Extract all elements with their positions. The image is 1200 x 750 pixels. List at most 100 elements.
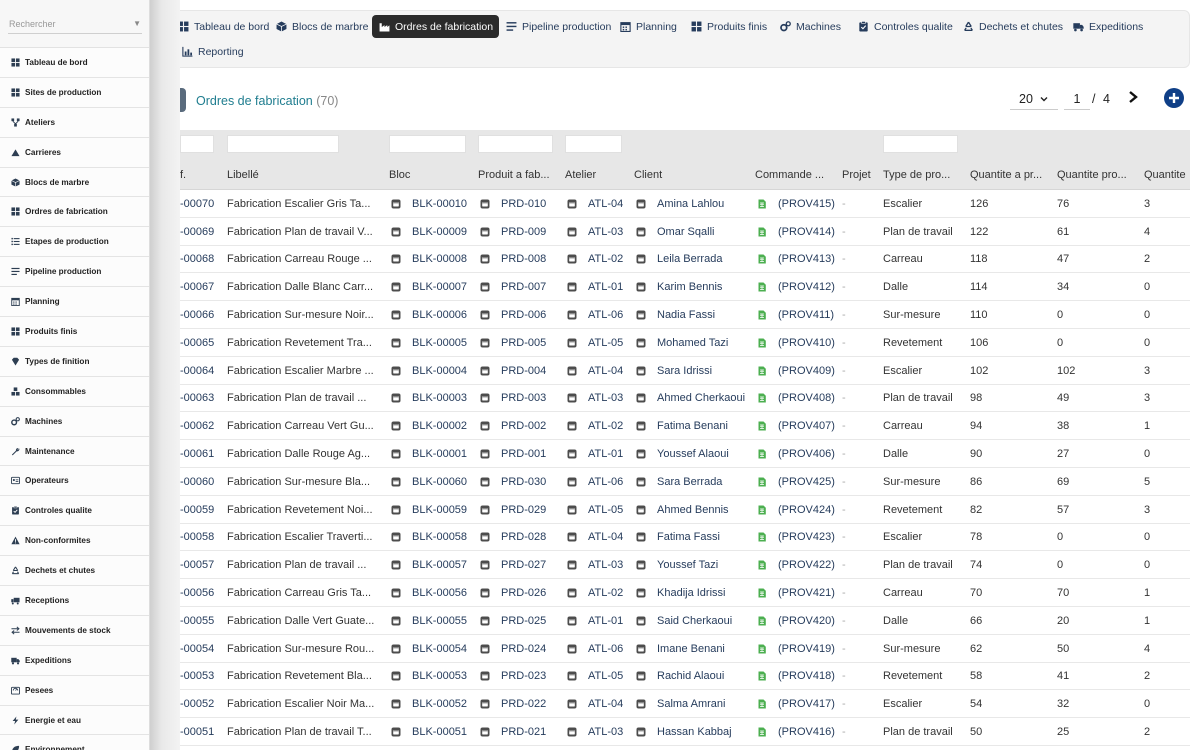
table-cell[interactable]: PRD-001 xyxy=(478,440,562,468)
column-filter-input[interactable] xyxy=(227,135,339,153)
menu-item-dechets-et-chutes[interactable]: Dechets et chutes xyxy=(0,556,149,587)
menu-item-produits-finis[interactable]: Produits finis xyxy=(0,317,149,347)
menu-item-pesees[interactable]: Pesees xyxy=(0,675,149,706)
column-header[interactable]: Libellé xyxy=(227,160,382,190)
table-cell[interactable]: Fatima Fassi xyxy=(634,524,752,552)
table-cell[interactable]: PRD-028 xyxy=(478,524,562,552)
table-cell[interactable]: BLK-00001 xyxy=(389,440,475,468)
table-cell[interactable]: Rachid Alaoui xyxy=(634,663,752,691)
table-row[interactable]: -00067 Fabrication Dalle Blanc Carr... BLK… xyxy=(180,273,1190,302)
table-cell[interactable]: -00057 xyxy=(180,551,224,579)
table-cell[interactable]: BLK-00008 xyxy=(389,246,475,274)
column-filter-input[interactable] xyxy=(180,135,214,153)
table-cell[interactable]: PRD-027 xyxy=(478,551,562,579)
table-cell[interactable]: (PROV407) xyxy=(755,412,839,440)
table-row[interactable]: -00054 Fabrication Sur-mesure Rou... BLK-0… xyxy=(180,635,1190,663)
column-header[interactable]: Quantite xyxy=(1144,160,1190,190)
table-cell[interactable]: Said Cherkaoui xyxy=(634,607,752,635)
table-cell[interactable]: (PROV421) xyxy=(755,579,839,607)
menu-item-expeditions[interactable]: Expeditions xyxy=(0,645,149,676)
caret-down-icon[interactable]: ▼ xyxy=(133,19,141,28)
table-row[interactable]: -00064 Fabrication Escalier Marbre ... BLK… xyxy=(180,357,1190,385)
table-row[interactable]: -00066 Fabrication Sur-mesure Noir... BLK-… xyxy=(180,301,1190,329)
table-cell[interactable]: PRD-006 xyxy=(478,301,562,329)
table-cell[interactable]: (PROV409) xyxy=(755,357,839,385)
table-cell[interactable]: BLK-00056 xyxy=(389,579,475,607)
menu-item-tableau-de-bord[interactable]: Tableau de bord xyxy=(0,48,149,78)
menu-item-ordres-de-fabrication[interactable]: Ordres de fabrication xyxy=(0,197,149,228)
table-row[interactable]: -00059 Fabrication Revetement Noi... BLK-0… xyxy=(180,496,1190,524)
table-cell[interactable]: BLK-00054 xyxy=(389,635,475,663)
tab-produits-finis[interactable]: Produits finis xyxy=(684,15,773,38)
table-cell[interactable]: PRD-009 xyxy=(478,218,562,246)
table-row[interactable]: -00069 Fabrication Plan de travail V... BL… xyxy=(180,218,1190,246)
table-cell[interactable]: BLK-00053 xyxy=(389,663,475,691)
table-cell[interactable]: Khadija Idrissi xyxy=(634,579,752,607)
table-cell[interactable]: Imane Benani xyxy=(634,635,752,663)
menu-item-environnement[interactable]: Environnement xyxy=(0,735,149,750)
table-cell[interactable]: PRD-008 xyxy=(478,246,562,274)
table-cell[interactable]: ATL-03 xyxy=(565,551,631,579)
table-cell[interactable]: -00068 xyxy=(180,246,224,274)
column-header[interactable]: Client xyxy=(634,160,752,190)
table-row[interactable]: -00065 Fabrication Revetement Tra... BLK-0… xyxy=(180,329,1190,357)
table-cell[interactable]: (PROV408) xyxy=(755,385,839,413)
table-cell[interactable]: PRD-030 xyxy=(478,468,562,496)
table-cell[interactable]: ATL-01 xyxy=(565,607,631,635)
tab-ordres-de-fabrication[interactable]: Ordres de fabrication xyxy=(372,15,500,38)
table-row[interactable]: -00063 Fabrication Plan de travail ... BLK… xyxy=(180,385,1190,413)
table-cell[interactable]: -00051 xyxy=(180,718,224,746)
table-cell[interactable]: -00066 xyxy=(180,301,224,329)
table-cell[interactable]: ATL-02 xyxy=(565,579,631,607)
table-cell[interactable]: ATL-06 xyxy=(565,635,631,663)
tab-controles-qualite[interactable]: Controles qualite xyxy=(851,15,959,38)
table-cell[interactable]: ATL-03 xyxy=(565,218,631,246)
table-row[interactable]: -00055 Fabrication Dalle Vert Guate... BLK… xyxy=(180,607,1190,635)
table-cell[interactable]: (PROV412) xyxy=(755,273,839,301)
table-cell[interactable]: -00069 xyxy=(180,218,224,246)
table-cell[interactable]: ATL-05 xyxy=(565,329,631,357)
table-cell[interactable]: ATL-04 xyxy=(565,357,631,385)
table-cell[interactable]: Hassan Kabbaj xyxy=(634,718,752,746)
table-cell[interactable]: Omar Sqalli xyxy=(634,218,752,246)
table-cell[interactable]: ATL-04 xyxy=(565,690,631,718)
table-cell[interactable]: Nadia Fassi xyxy=(634,301,752,329)
table-cell[interactable]: Sara Berrada xyxy=(634,468,752,496)
table-cell[interactable]: PRD-021 xyxy=(478,718,562,746)
table-cell[interactable]: (PROV410) xyxy=(755,329,839,357)
menu-item-pipeline-production[interactable]: Pipeline production xyxy=(0,257,149,288)
table-cell[interactable]: Karim Bennis xyxy=(634,273,752,301)
table-cell[interactable]: Youssef Tazi xyxy=(634,551,752,579)
table-cell[interactable]: ATL-05 xyxy=(565,663,631,691)
table-cell[interactable]: PRD-002 xyxy=(478,412,562,440)
table-cell[interactable]: (PROV418) xyxy=(755,663,839,691)
column-header[interactable]: Atelier xyxy=(565,160,631,190)
table-cell[interactable]: PRD-025 xyxy=(478,607,562,635)
table-cell[interactable]: -00063 xyxy=(180,385,224,413)
table-cell[interactable]: BLK-00059 xyxy=(389,496,475,524)
column-header[interactable]: Type de pro... xyxy=(883,160,967,190)
column-filter-input[interactable] xyxy=(883,135,958,153)
menu-item-controles-qualite[interactable]: Controles qualite xyxy=(0,496,149,527)
page-size-select[interactable]: 20 xyxy=(1010,88,1058,110)
menu-item-sites-de-production[interactable]: Sites de production xyxy=(0,77,149,108)
table-cell[interactable]: PRD-026 xyxy=(478,579,562,607)
table-row[interactable]: -00060 Fabrication Sur-mesure Bla... BLK-0… xyxy=(180,468,1190,496)
menu-item-planning[interactable]: Planning xyxy=(0,287,149,318)
table-cell[interactable]: PRD-022 xyxy=(478,690,562,718)
table-cell[interactable]: ATL-03 xyxy=(565,718,631,746)
table-cell[interactable]: -00064 xyxy=(180,357,224,385)
table-cell[interactable]: PRD-005 xyxy=(478,329,562,357)
table-cell[interactable]: ATL-02 xyxy=(565,412,631,440)
table-cell[interactable]: -00052 xyxy=(180,690,224,718)
table-cell[interactable]: -00061 xyxy=(180,440,224,468)
table-cell[interactable]: -00054 xyxy=(180,635,224,663)
tab-expeditions[interactable]: Expeditions xyxy=(1066,15,1149,38)
table-cell[interactable]: (PROV424) xyxy=(755,496,839,524)
column-header[interactable]: Produit a fab... xyxy=(478,160,562,190)
table-row[interactable]: -00051 Fabrication Plan de travail T... BL… xyxy=(180,718,1190,746)
table-cell[interactable]: BLK-00010 xyxy=(389,190,475,218)
menu-search-input[interactable]: Rechercher ▼ xyxy=(8,14,142,34)
table-cell[interactable]: BLK-00007 xyxy=(389,273,475,301)
table-cell[interactable]: (PROV423) xyxy=(755,524,839,552)
